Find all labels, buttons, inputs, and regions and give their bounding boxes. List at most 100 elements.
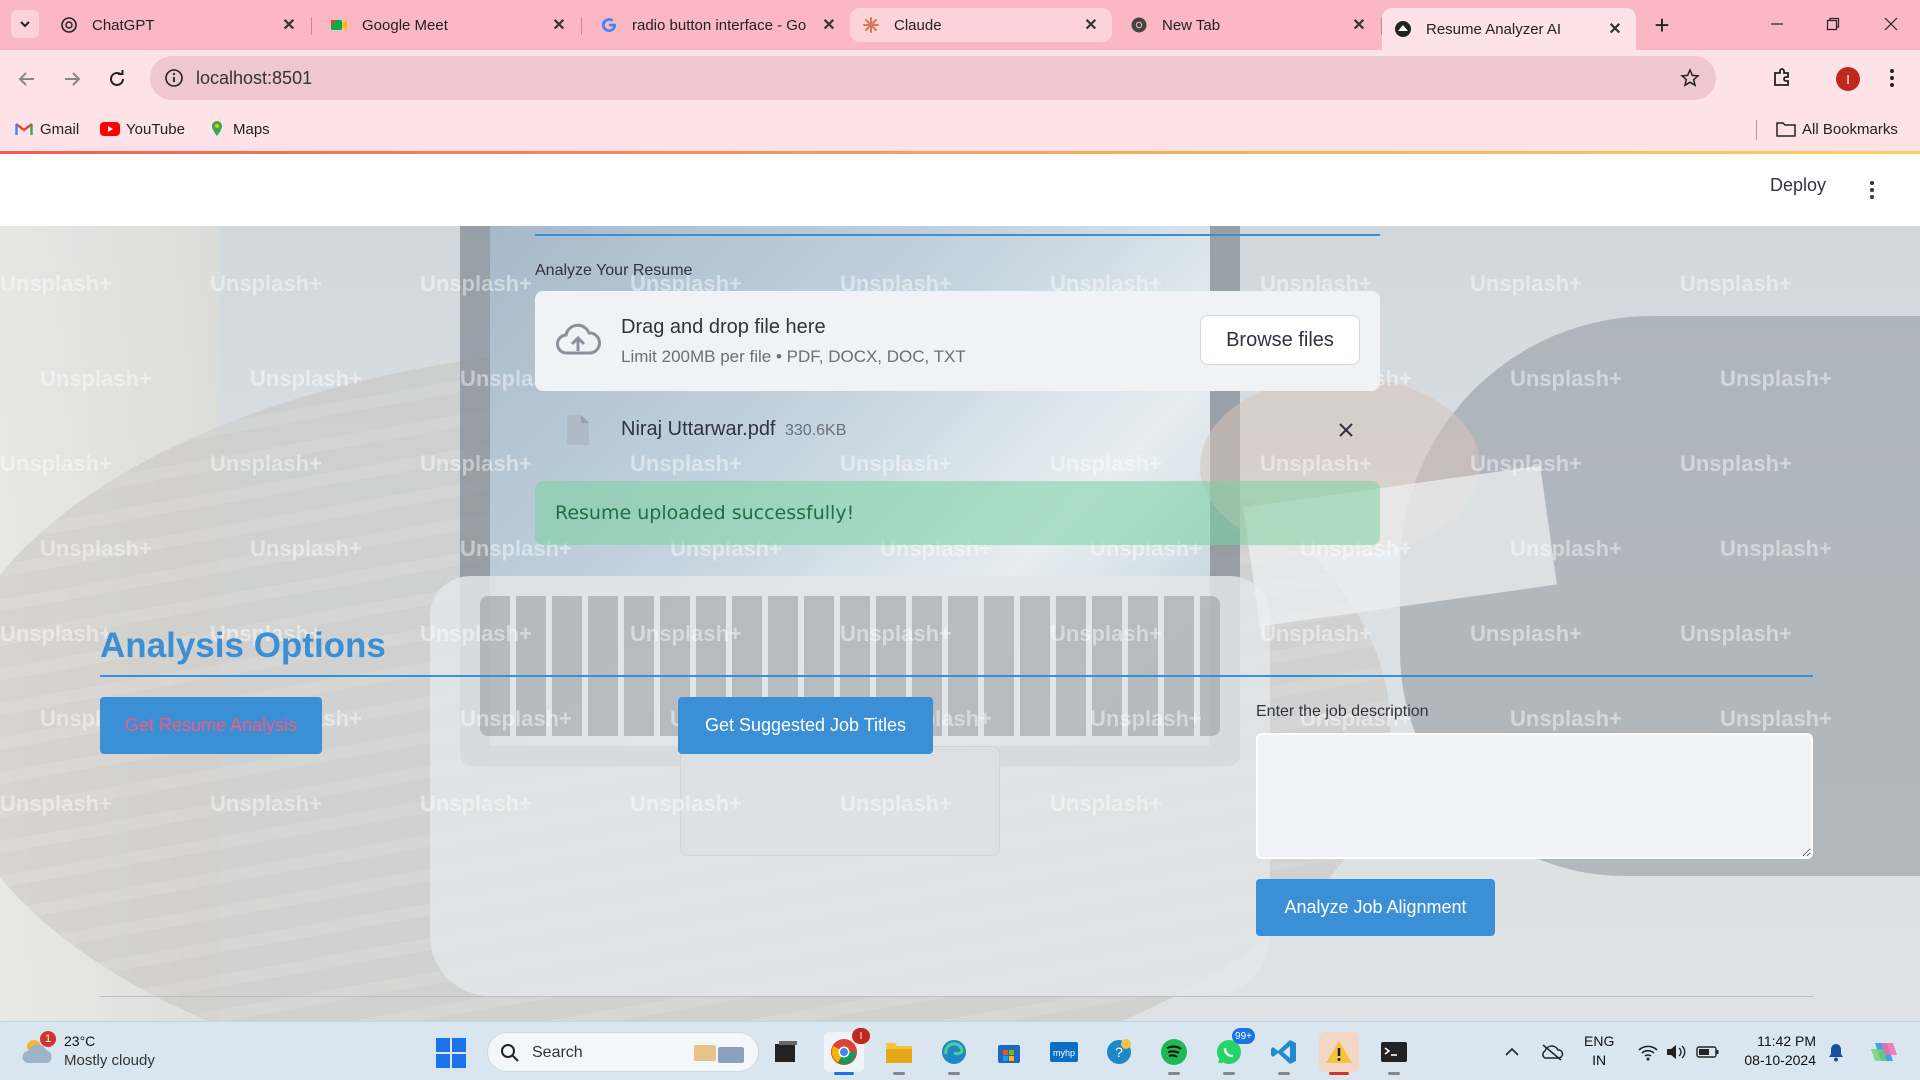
task-view-app[interactable] <box>766 1032 806 1072</box>
terminal-app[interactable] <box>1374 1032 1414 1075</box>
bookmark-gmail[interactable]: Gmail <box>14 116 79 142</box>
all-bookmarks-button[interactable]: All Bookmarks <box>1776 116 1898 142</box>
analyze-job-alignment-button[interactable]: Analyze Job Alignment <box>1256 879 1495 936</box>
wifi-icon[interactable] <box>1636 1040 1660 1064</box>
terminal-icon <box>1381 1042 1407 1062</box>
forward-button[interactable] <box>57 64 87 94</box>
tab-resume-analyzer[interactable]: Resume Analyzer AI ✕ <box>1382 8 1636 50</box>
unsplash-watermark: Unsplash+ <box>250 366 362 391</box>
spotify-icon <box>1161 1039 1187 1065</box>
unsplash-watermark: Unsplash+ <box>840 791 952 816</box>
file-icon <box>567 415 589 445</box>
section-divider <box>535 234 1380 236</box>
minimize-button[interactable] <box>1752 10 1802 38</box>
unsplash-watermark: Unsplash+ <box>1680 451 1792 476</box>
section-divider <box>100 675 1813 677</box>
bookmark-label: Maps <box>233 120 270 138</box>
chevron-up-icon <box>1505 1047 1519 1056</box>
unsplash-watermark: Unsplash+ <box>1050 791 1162 816</box>
profile-avatar[interactable]: I <box>1836 67 1860 91</box>
folder-icon <box>886 1043 912 1063</box>
language-indicator[interactable]: ENG IN <box>1584 1032 1614 1070</box>
hp-support-app[interactable]: ? <box>1099 1032 1139 1072</box>
task-view-icon <box>775 1041 797 1062</box>
address-bar[interactable]: localhost:8501 <box>150 56 1716 100</box>
taskbar-search[interactable]: Search <box>487 1032 759 1072</box>
unsplash-watermark: Unsplash+ <box>40 536 152 561</box>
unsplash-watermark: Unsplash+ <box>210 271 322 296</box>
tab-search-button[interactable] <box>11 10 39 38</box>
uploaded-file-item: Niraj Uttarwar.pdf 330.6KB <box>535 406 1380 456</box>
spotify-app[interactable] <box>1154 1032 1194 1075</box>
close-tab-icon[interactable]: ✕ <box>820 16 838 34</box>
onedrive-tray-icon[interactable] <box>1540 1040 1564 1064</box>
edge-app[interactable] <box>934 1032 974 1075</box>
tab-title: New Tab <box>1162 16 1221 34</box>
close-window-button[interactable] <box>1866 10 1916 38</box>
myhp-app[interactable]: myhp <box>1044 1032 1084 1072</box>
close-tab-icon[interactable]: ✕ <box>280 16 298 34</box>
job-description-textarea[interactable] <box>1256 733 1813 859</box>
app-menu-button[interactable] <box>1862 174 1882 206</box>
site-info-icon[interactable] <box>162 66 186 90</box>
notifications-icon[interactable] <box>1824 1040 1848 1064</box>
close-tab-icon[interactable]: ✕ <box>1350 16 1368 34</box>
more-vertical-icon <box>1870 181 1874 199</box>
file-name: Niraj Uttarwar.pdf <box>621 418 776 440</box>
chrome-profile-badge: I <box>852 1028 870 1044</box>
tab-new-tab[interactable]: New Tab ✕ <box>1118 8 1382 42</box>
windows-start-button[interactable] <box>436 1038 466 1068</box>
volume-icon[interactable] <box>1664 1040 1688 1064</box>
arrow-left-icon <box>18 72 34 86</box>
restore-button[interactable] <box>1808 10 1858 38</box>
close-tab-icon[interactable]: ✕ <box>550 16 568 34</box>
browse-files-button[interactable]: Browse files <box>1200 315 1360 365</box>
battery-icon[interactable] <box>1696 1040 1720 1064</box>
weather-widget[interactable]: 1 23°C Mostly cloudy <box>20 1031 170 1073</box>
get-suggested-job-titles-button[interactable]: Get Suggested Job Titles <box>678 697 933 754</box>
deploy-button[interactable]: Deploy <box>1770 175 1826 196</box>
unsplash-watermark: Unsplash+ <box>0 621 112 646</box>
back-button[interactable] <box>12 64 42 94</box>
unsplash-watermark: Unsplash+ <box>1720 536 1832 561</box>
tab-chatgpt[interactable]: ChatGPT ✕ <box>48 8 312 42</box>
chrome-taskbar-app[interactable]: I <box>824 1028 870 1075</box>
bookmark-maps[interactable]: Maps <box>207 116 270 142</box>
restore-icon <box>1826 17 1840 31</box>
microsoft-store-app[interactable] <box>989 1032 1029 1072</box>
tab-google-meet[interactable]: Google Meet ✕ <box>318 8 582 42</box>
bookmark-star-icon[interactable] <box>1678 66 1702 90</box>
uploader-label: Analyze Your Resume <box>535 262 693 279</box>
unsplash-watermark: Unsplash+ <box>1510 706 1622 731</box>
whatsapp-app[interactable]: 99+ <box>1209 1028 1255 1075</box>
cloud-upload-icon <box>556 323 601 355</box>
tab-radio-button-search[interactable]: radio button interface - Go ✕ <box>588 8 852 42</box>
unsplash-watermark: Unsplash+ <box>420 791 532 816</box>
unsplash-watermark: Unsplash+ <box>1510 366 1622 391</box>
unsplash-watermark: Unsplash+ <box>1470 621 1582 646</box>
unsplash-watermark: Unsplash+ <box>0 271 112 296</box>
system-clock[interactable]: 11:42 PM 08-10-2024 <box>1736 1032 1816 1070</box>
show-hidden-icons-button[interactable] <box>1500 1040 1524 1064</box>
chrome-menu-button[interactable] <box>1880 64 1904 92</box>
unsplash-watermark: Unsplash+ <box>210 791 322 816</box>
bookmark-youtube[interactable]: YouTube <box>100 116 185 142</box>
reload-button[interactable] <box>102 64 132 94</box>
tab-title: Resume Analyzer AI <box>1426 20 1562 38</box>
vscode-app[interactable] <box>1264 1032 1304 1075</box>
close-tab-icon[interactable]: ✕ <box>1082 16 1100 34</box>
new-tab-button[interactable]: + <box>1648 12 1676 40</box>
search-icon <box>501 1044 519 1062</box>
file-explorer-app[interactable] <box>879 1032 919 1075</box>
close-tab-icon[interactable]: ✕ <box>1606 20 1624 38</box>
extensions-button[interactable] <box>1768 64 1796 92</box>
remove-file-icon[interactable] <box>1334 418 1358 442</box>
file-dropzone[interactable]: Drag and drop file here Limit 200MB per … <box>535 291 1380 391</box>
unsplash-watermark: Unsplash+ <box>630 621 742 646</box>
get-resume-analysis-button[interactable]: Get Resume Analysis <box>100 697 322 754</box>
svg-text:myhp: myhp <box>1053 1048 1075 1058</box>
bookmarks-bar: Gmail YouTube Maps All Bookmarks <box>0 108 1920 152</box>
copilot-icon[interactable] <box>1868 1040 1900 1064</box>
tab-claude[interactable]: Claude ✕ <box>850 8 1112 42</box>
warning-app[interactable] <box>1319 1032 1359 1075</box>
